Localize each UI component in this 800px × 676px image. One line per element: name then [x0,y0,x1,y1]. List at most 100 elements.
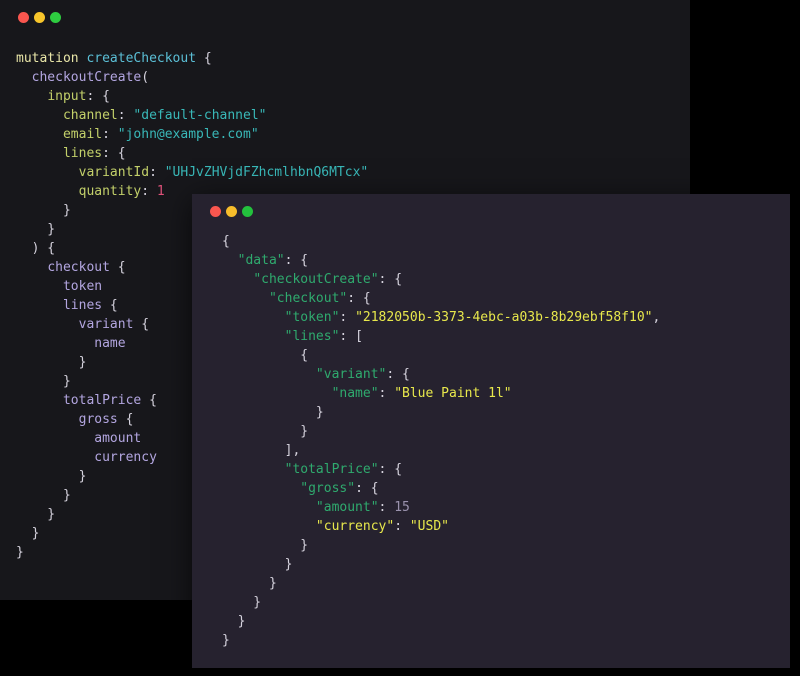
code-token: : [117,108,134,123]
code-token: "gross" [300,481,356,496]
code-token: "USD" [409,519,449,534]
code-line: "data": { [222,251,800,270]
code-line: "amount": 15 [222,498,800,517]
code-token: 1 [156,184,165,199]
minimize-icon[interactable] [226,205,237,217]
code-token: : { [378,272,403,287]
code-token: } [222,557,293,572]
code-token: { [222,348,309,363]
code-token: : { [355,481,379,496]
code-line: checkoutCreate( [16,68,690,87]
code-token: variantId [78,165,150,180]
code-token: } [222,614,246,629]
code-token: : [149,165,165,180]
code-line: email: "john@example.com" [16,125,690,144]
code-token: } [222,633,230,648]
code-token: : { [102,146,126,161]
response-window-titlebar [192,194,790,228]
code-token: quantity [78,184,142,199]
code-token: : [102,127,118,142]
code-line: variantId: "UHJvZHVjdFZhcmlhbnQ6MTcx" [16,163,690,182]
code-token: : [141,184,157,199]
code-line: "totalPrice": { [222,460,800,479]
code-line: "checkoutCreate": { [222,270,800,289]
json-response-code[interactable]: { "data": { "checkoutCreate": { "checkou… [0,232,800,650]
query-window-titlebar [0,0,690,34]
minimize-icon[interactable] [34,11,45,23]
code-line: "gross": { [222,479,800,498]
code-token: checkoutCreate [31,70,142,85]
code-token: : { [284,253,309,268]
code-line: "name": "Blue Paint 1l" [222,384,800,403]
code-line: { [222,346,800,365]
code-token: channel [62,108,118,123]
code-token: "Blue Paint 1l" [394,386,512,401]
code-line: } [222,422,800,441]
code-line: "currency": "USD" [222,517,800,536]
code-token: ], [222,443,301,458]
code-line: } [222,593,800,612]
code-token: "name" [331,386,379,401]
code-line: "token": "2182050b-3373-4ebc-a03b-8b29eb… [222,308,800,327]
code-token: { [196,51,212,66]
code-line: } [222,612,800,631]
code-line: } [222,403,800,422]
code-line: mutation createCheckout { [16,49,690,68]
code-token: "totalPrice" [284,462,379,477]
code-token: "UHJvZHVjdFZhcmlhbnQ6MTcx" [164,165,369,180]
code-token: "lines" [284,329,340,344]
code-line: ], [222,441,800,460]
code-token: "2182050b-3373-4ebc-a03b-8b29ebf58f10" [355,310,653,325]
close-icon[interactable] [18,11,29,23]
code-line: lines: { [16,144,690,163]
code-token: "default-channel" [133,108,267,123]
code-token: "john@example.com" [117,127,259,142]
code-line: } [222,536,800,555]
maximize-icon[interactable] [50,11,61,23]
code-token: : { [86,89,110,104]
screenshot-stage: mutation createCheckout { checkoutCreate… [0,0,800,676]
code-token: : [339,310,356,325]
code-line: } [222,574,800,593]
code-token: } [222,576,277,591]
code-token: lines [62,146,103,161]
code-token: 15 [394,500,410,515]
code-line: } [222,631,800,650]
code-token: { [222,234,230,249]
code-token: "checkoutCreate" [253,272,379,287]
code-line: channel: "default-channel" [16,106,690,125]
code-token: createCheckout [86,51,197,66]
code-token: } [222,538,309,553]
code-token: } [222,595,262,610]
close-icon[interactable] [210,205,221,217]
code-token: ( [141,70,150,85]
code-line: "lines": [ [222,327,800,346]
code-token: : [ [339,329,363,344]
code-line: "variant": { [222,365,800,384]
maximize-icon[interactable] [242,205,253,217]
code-token: : [394,519,410,534]
code-token: "variant" [315,367,387,382]
code-token: , [652,310,661,325]
code-token: "token" [284,310,340,325]
code-token: "currency" [315,519,395,534]
code-token: } [222,424,309,439]
code-line: input: { [16,87,690,106]
code-token: input [47,89,87,104]
code-line: } [222,555,800,574]
code-line: { [222,232,800,251]
